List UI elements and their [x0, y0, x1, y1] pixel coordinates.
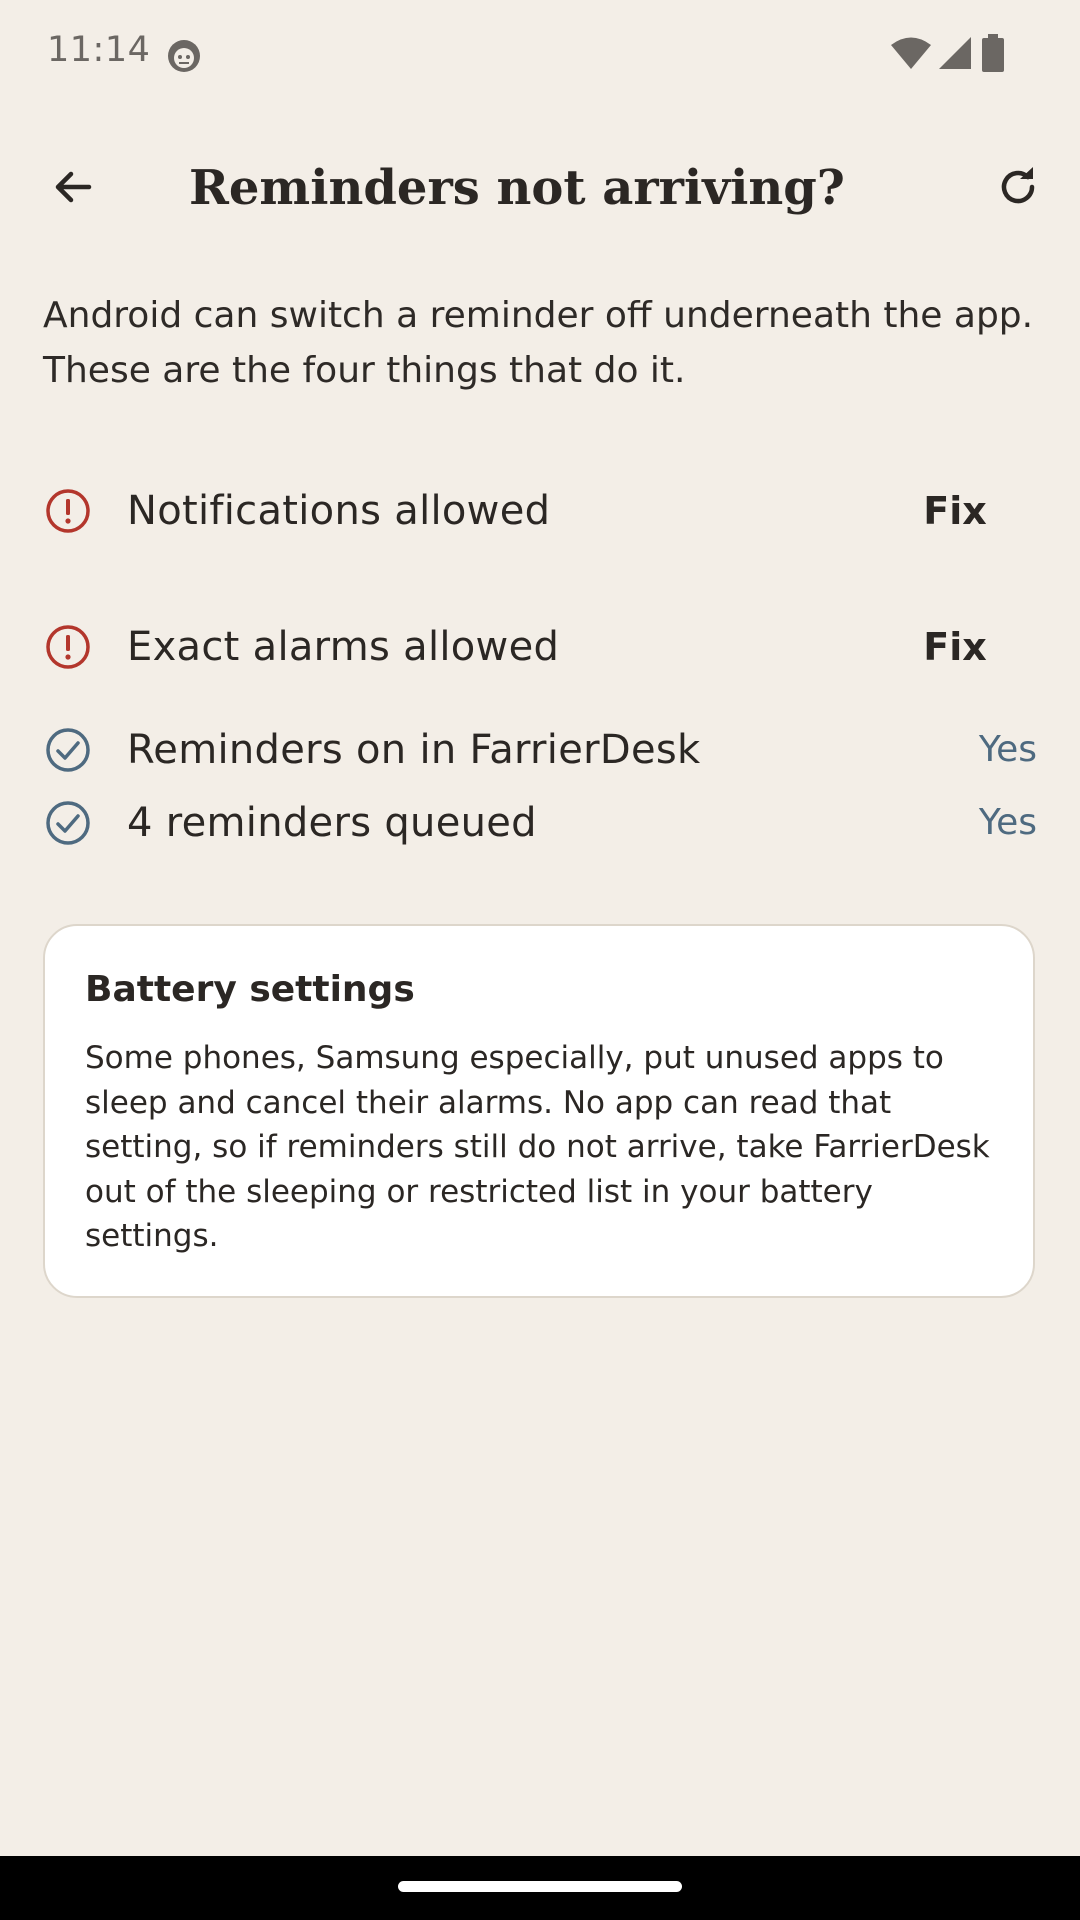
- fix-notifications-button[interactable]: Fix: [900, 474, 1010, 548]
- fix-exact-alarms-button[interactable]: Fix: [900, 610, 1010, 684]
- alert-circle-icon: [46, 489, 90, 533]
- top-app-bar: Reminders not arriving?: [0, 110, 1080, 254]
- navigation-bar: [0, 1856, 1080, 1920]
- battery-icon: [982, 34, 1004, 72]
- alert-circle-icon: [46, 625, 90, 669]
- status-time: 11:14: [47, 30, 151, 70]
- check-row-reminders-queued: 4 reminders queued Yes: [0, 798, 1080, 848]
- status-icons: [860, 0, 1080, 110]
- check-label: 4 reminders queued: [127, 800, 537, 846]
- battery-settings-card: Battery settings Some phones, Samsung es…: [43, 924, 1035, 1298]
- refresh-button[interactable]: [975, 144, 1061, 230]
- wifi-icon: [891, 37, 931, 69]
- check-circle-icon: [46, 801, 90, 845]
- page-title: Reminders not arriving?: [189, 160, 845, 216]
- back-button[interactable]: [30, 144, 116, 230]
- check-label: Notifications allowed: [127, 488, 551, 534]
- check-label: Reminders on in FarrierDesk: [127, 727, 701, 773]
- check-row-reminders-on: Reminders on in FarrierDesk Yes: [0, 725, 1080, 775]
- status-yes: Yes: [978, 729, 1037, 770]
- card-title: Battery settings: [85, 969, 415, 1010]
- refresh-icon: [1001, 167, 1035, 204]
- check-label: Exact alarms allowed: [127, 624, 560, 670]
- signal-icon: [939, 37, 971, 69]
- check-row-exact-alarms: Exact alarms allowed Fix: [0, 610, 1080, 684]
- card-body: Some phones, Samsung especially, put unu…: [85, 1040, 990, 1254]
- check-circle-icon: [46, 728, 90, 772]
- face-icon: [168, 40, 200, 72]
- status-bar: 11:14: [0, 0, 1080, 110]
- status-yes: Yes: [978, 802, 1037, 843]
- arrow-left-icon: [55, 171, 92, 203]
- home-gesture-handle[interactable]: [398, 1881, 682, 1892]
- check-row-notifications: Notifications allowed Fix: [0, 474, 1080, 548]
- intro-text: Android can switch a reminder off undern…: [43, 295, 1034, 391]
